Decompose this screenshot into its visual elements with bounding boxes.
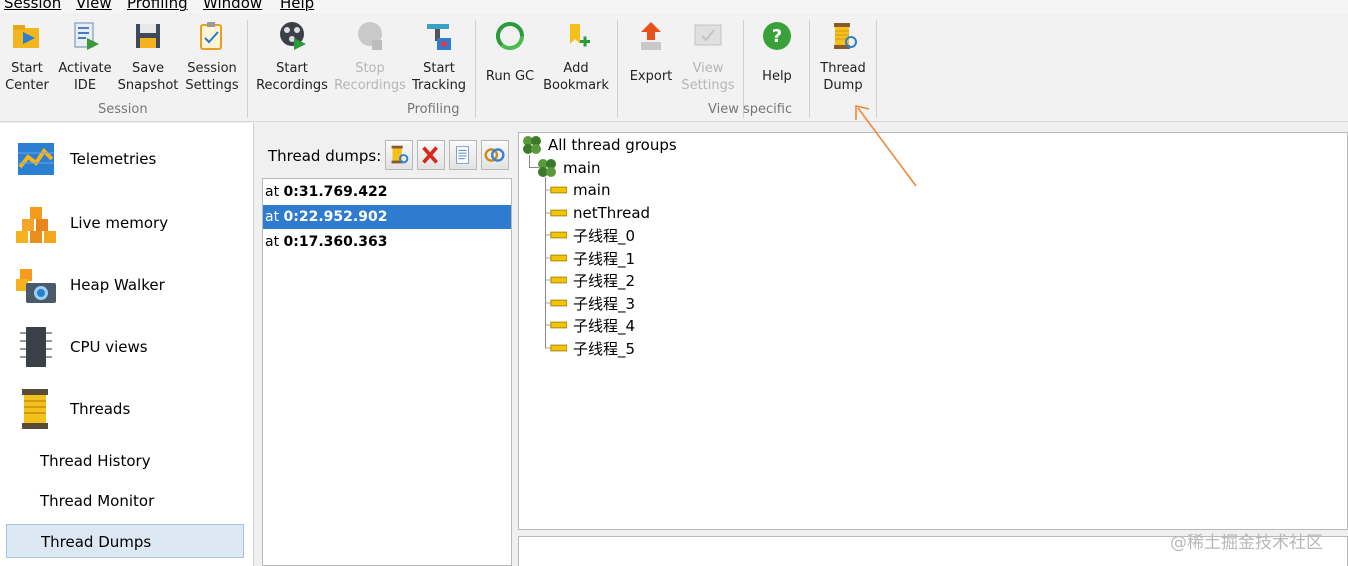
nav-item-live-memory[interactable]: Live memory <box>14 199 244 247</box>
menu-window[interactable]: Window <box>203 0 262 12</box>
nav-subitem-thread-monitor[interactable]: Thread Monitor <box>6 484 244 518</box>
save-snapshot-button[interactable]: Save Snapshot <box>118 20 178 94</box>
start-tracking-icon <box>427 24 451 50</box>
telemetries-icon <box>18 143 54 175</box>
export-icon <box>641 22 661 50</box>
run-gc-icon <box>495 21 525 51</box>
start-center-icon <box>13 25 39 48</box>
nav-subitem-thread-dumps[interactable]: Thread Dumps <box>6 524 244 558</box>
save-snapshot-icon <box>136 24 160 48</box>
session-settings-icon <box>200 22 222 50</box>
tree-node-thread[interactable]: 子线程_4 <box>545 314 635 336</box>
tree-node-thread[interactable]: netThread <box>545 202 650 224</box>
menu-bar: Session View Profiling Window Help <box>0 0 1348 14</box>
thread-icon <box>545 209 567 217</box>
start-recordings-button[interactable]: Start Recordings <box>256 20 328 94</box>
start-recordings-icon <box>280 22 306 50</box>
help-button[interactable]: ? Help <box>752 20 802 85</box>
thread-tree-panel: All thread groups main main netThread 子线… <box>518 132 1348 530</box>
thread-dump-button[interactable]: Thread Dump <box>816 20 870 94</box>
cpu-views-icon <box>20 327 52 367</box>
nav-item-cpu-views[interactable]: CPU views <box>14 323 244 371</box>
svg-text:?: ? <box>772 26 782 47</box>
thread-dump-row[interactable]: at 0:22.952.902 <box>263 205 511 229</box>
toolbar-separator <box>617 20 618 118</box>
nav-subitem-thread-history[interactable]: Thread History <box>6 444 244 478</box>
compare-icon <box>484 148 505 162</box>
document-icon <box>456 146 470 164</box>
export-button[interactable]: Export <box>626 20 676 85</box>
view-thread-dump-button[interactable] <box>449 140 477 170</box>
toolbar-separator <box>475 20 476 118</box>
watermark: @稀土掘金技术社区 <box>1170 533 1323 553</box>
thread-icon <box>545 299 567 307</box>
compare-thread-dumps-button[interactable] <box>481 140 509 170</box>
tree-node-group-main[interactable]: main <box>537 157 600 179</box>
left-nav: Telemetries Live memory Heap Walker CPU … <box>0 123 254 566</box>
thread-group-icon <box>523 136 541 154</box>
delete-icon <box>422 146 438 164</box>
thread-icon <box>545 276 567 284</box>
thread-dump-row[interactable]: at 0:31.769.422 <box>263 180 511 204</box>
tree-node-thread[interactable]: 子线程_3 <box>545 292 635 314</box>
threads-icon <box>22 389 48 429</box>
thread-dump-icon <box>391 145 409 164</box>
annotation-arrow-icon <box>855 104 917 187</box>
thread-dump-row[interactable]: at 0:17.360.363 <box>263 230 511 254</box>
thread-dump-icon <box>834 23 857 49</box>
session-settings-button[interactable]: Session Settings <box>184 20 240 94</box>
view-settings-icon <box>694 24 722 46</box>
nav-item-heap-walker[interactable]: Heap Walker <box>14 261 244 309</box>
thread-icon <box>545 344 567 352</box>
thread-dump-list: at 0:31.769.422 at 0:22.952.902 at 0:17.… <box>262 178 512 566</box>
tree-node-all-thread-groups[interactable]: All thread groups <box>522 134 677 156</box>
tree-connector <box>529 155 530 167</box>
delete-thread-dump-button[interactable] <box>417 140 445 170</box>
activate-ide-icon <box>74 22 99 50</box>
add-bookmark-icon <box>570 24 590 47</box>
add-bookmark-button[interactable]: Add Bookmark <box>543 20 609 94</box>
toolbar: Start Center Activate IDE Save Snapshot … <box>0 14 1348 122</box>
thread-dumps-panel: Thread dumps: at 0:31.769.422 at 0:22.95… <box>256 123 516 566</box>
thread-icon <box>545 254 567 262</box>
toolbar-separator <box>809 20 810 118</box>
group-label-profiling: Profiling <box>407 102 460 117</box>
menu-help[interactable]: Help <box>280 0 314 12</box>
help-icon: ? <box>763 22 791 50</box>
live-memory-icon <box>16 207 56 243</box>
thread-icon <box>545 231 567 239</box>
group-label-session: Session <box>98 102 148 117</box>
group-label-view-specific: View specific <box>708 102 793 117</box>
tree-node-thread[interactable]: 子线程_1 <box>545 247 635 269</box>
stop-recordings-icon <box>358 22 382 50</box>
nav-item-telemetries[interactable]: Telemetries <box>14 135 244 183</box>
tree-node-thread[interactable]: main <box>545 179 610 201</box>
view-settings-button[interactable]: View Settings <box>680 20 736 94</box>
menu-view[interactable]: View <box>76 0 112 12</box>
new-thread-dump-button[interactable] <box>385 140 413 170</box>
menu-session[interactable]: Session <box>4 0 61 12</box>
stop-recordings-button[interactable]: Stop Recordings <box>334 20 406 94</box>
thread-icon <box>545 321 567 329</box>
tree-node-thread[interactable]: 子线程_5 <box>545 337 635 359</box>
start-center-button[interactable]: Start Center <box>4 20 50 94</box>
heap-walker-icon <box>16 269 56 303</box>
thread-icon <box>545 186 567 194</box>
activate-ide-button[interactable]: Activate IDE <box>58 20 112 94</box>
tree-node-thread[interactable]: 子线程_0 <box>545 224 635 246</box>
tree-node-thread[interactable]: 子线程_2 <box>545 269 635 291</box>
run-gc-button[interactable]: Run GC <box>482 20 538 85</box>
thread-dumps-title: Thread dumps: <box>268 147 382 165</box>
start-tracking-button[interactable]: Start Tracking <box>410 20 468 94</box>
menu-profiling[interactable]: Profiling <box>127 0 188 12</box>
toolbar-separator <box>247 20 248 118</box>
thread-group-icon <box>538 159 556 177</box>
nav-item-threads[interactable]: Threads <box>14 385 244 433</box>
